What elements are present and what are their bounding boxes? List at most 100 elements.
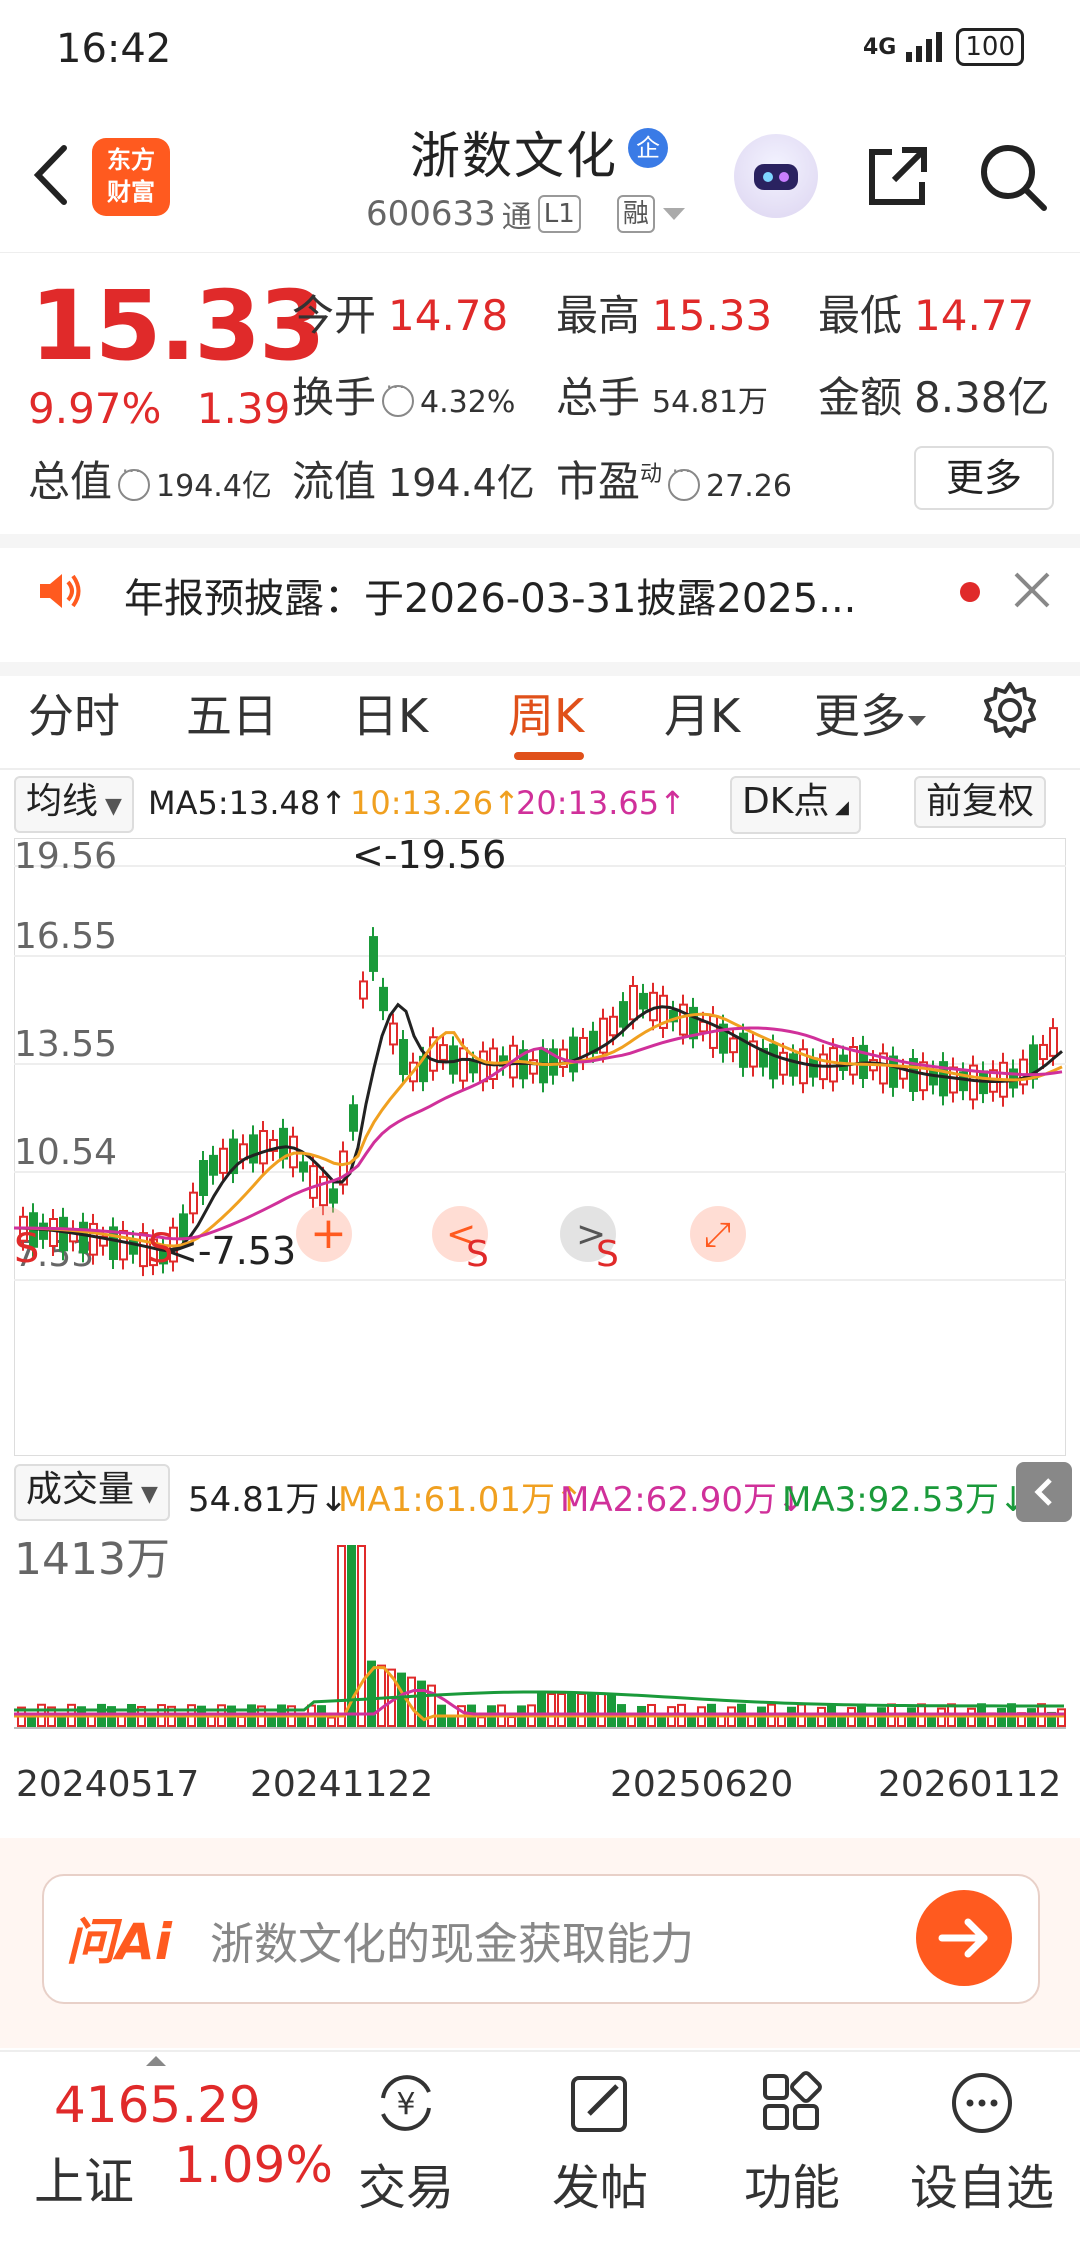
more-quote-button[interactable]: 更多 [914, 446, 1054, 510]
candle [209, 1154, 218, 1176]
index-change[interactable]: 1.09% [174, 2136, 333, 2194]
min-price-label: <-7.53 [166, 1229, 296, 1273]
volume-selector[interactable]: 成交量 ▼ [14, 1464, 170, 1521]
candle [479, 1050, 488, 1083]
candle [59, 1216, 68, 1252]
notice-text[interactable]: 年报预披露：于2026-03-31披露2025... [124, 566, 856, 624]
nav-post[interactable]: 发帖 [520, 2060, 680, 2218]
candle [779, 1051, 788, 1076]
tab-five-day[interactable]: 五日 [186, 680, 278, 746]
tab-daily-k[interactable]: 日K [352, 680, 428, 746]
share-icon[interactable] [862, 142, 932, 212]
y-axis-label: 16.55 [14, 916, 117, 957]
info-icon[interactable] [118, 459, 151, 501]
candle [359, 980, 368, 1000]
dk-point-selector[interactable]: DK点 ◢ [730, 776, 861, 834]
candle [119, 1229, 128, 1261]
candle [279, 1127, 288, 1160]
tong-tag: 通 [501, 200, 532, 235]
volume-bar [477, 1716, 486, 1728]
back-icon[interactable] [26, 140, 76, 210]
stock-code-row: 600633 通 L1 融 [366, 192, 687, 236]
chevron-down-icon[interactable] [661, 204, 687, 224]
robot-assistant-icon[interactable] [734, 134, 818, 218]
collapse-panel-button[interactable] [1016, 1462, 1072, 1522]
nav-functions[interactable]: 功能 [712, 2060, 872, 2218]
yuan-exchange-icon: ¥ [381, 2075, 431, 2131]
caret-up-icon [146, 2056, 166, 2066]
volume-bar [627, 1715, 636, 1728]
nav-trade[interactable]: ¥ 交易 [326, 2060, 486, 2218]
volume-ma1: MA1:61.01万↑ [338, 1480, 584, 1520]
margin-tag: 融 [616, 195, 655, 233]
search-icon[interactable] [978, 142, 1048, 212]
candle [249, 1134, 258, 1164]
candle [769, 1043, 778, 1080]
volume-bar [587, 1693, 596, 1727]
status-time: 16:42 [56, 26, 172, 72]
price-change: 9.97% 1.39 [28, 384, 290, 433]
trade-amount: 金额 8.38亿 [818, 373, 1050, 422]
ma20-value: 20:13.65↑ [516, 784, 686, 822]
candle [39, 1222, 48, 1240]
max-price-label: <-19.56 [352, 838, 506, 877]
app-logo[interactable]: 东方 财富 [92, 138, 170, 216]
pe-ratio: 市盈动27.26 [556, 448, 792, 509]
sell-signal: S [148, 1226, 173, 1272]
candle [929, 1069, 938, 1086]
adjust-mode-button[interactable]: 前复权 [914, 776, 1047, 828]
candle [349, 1104, 358, 1132]
candle [299, 1161, 308, 1173]
tab-more[interactable]: 更多 [814, 680, 928, 746]
level-tag: L1 [537, 195, 581, 233]
volume-bar [537, 1693, 546, 1727]
volume-bar [147, 1715, 156, 1727]
index-value[interactable]: 4165.29 [54, 2076, 261, 2134]
info-icon[interactable] [382, 375, 415, 417]
ai-logo: 问Ai [66, 1913, 172, 1971]
chart-frame [14, 838, 1066, 1456]
volume-bar [177, 1715, 186, 1728]
candle [679, 1003, 688, 1036]
stock-name: 浙数文化 [410, 127, 618, 185]
index-name[interactable]: 上证 [34, 2142, 134, 2214]
current-price: 15.33 [30, 270, 326, 382]
tab-monthly-k[interactable]: 月K [664, 680, 740, 746]
chevron-left-icon [1034, 1478, 1052, 1506]
ai-submit-button[interactable] [916, 1890, 1012, 1986]
candle [379, 986, 388, 1012]
change-amount: 1.39 [196, 384, 291, 433]
volume-bar [597, 1693, 606, 1727]
close-icon[interactable] [1010, 568, 1054, 612]
speaker-icon [40, 574, 81, 608]
tab-intraday[interactable]: 分时 [28, 680, 120, 746]
gear-icon[interactable] [980, 680, 1040, 740]
more-dots-icon [952, 2073, 1012, 2133]
candle [139, 1232, 148, 1268]
info-icon[interactable] [668, 459, 701, 501]
kline-chart[interactable]: 19.5616.5513.5510.547.53<-19.56<-7.53S S +… [14, 838, 1066, 1456]
enterprise-badge-icon[interactable]: 企 [628, 128, 668, 168]
volume-bar [327, 1716, 336, 1727]
candle [219, 1147, 228, 1174]
edit-icon [571, 2076, 627, 2132]
volume-chart[interactable]: 1413万 [14, 1526, 1066, 1746]
candle [319, 1175, 328, 1207]
date-label: 20240517 [16, 1764, 200, 1805]
volume-bar [507, 1716, 516, 1727]
tab-weekly-k[interactable]: 周K [508, 680, 584, 746]
arrow-right-icon [938, 1918, 988, 1958]
ma-selector[interactable]: 均线 ▼ [14, 776, 134, 833]
volume-bar [397, 1672, 406, 1728]
notice-dot [960, 582, 980, 602]
volume-bar [237, 1715, 246, 1727]
y-axis-label: 10.54 [14, 1132, 117, 1173]
ai-prompt-text[interactable]: 浙数文化的现金获取能力 [210, 1908, 694, 1972]
nav-add-watchlist[interactable]: 设自选 [902, 2060, 1062, 2218]
candle [459, 1047, 468, 1082]
caret-down-icon [908, 716, 926, 726]
high-price: 最高 15.33 [556, 291, 773, 340]
candle [469, 1060, 478, 1074]
volume-bar [547, 1693, 556, 1727]
candle [949, 1066, 958, 1094]
